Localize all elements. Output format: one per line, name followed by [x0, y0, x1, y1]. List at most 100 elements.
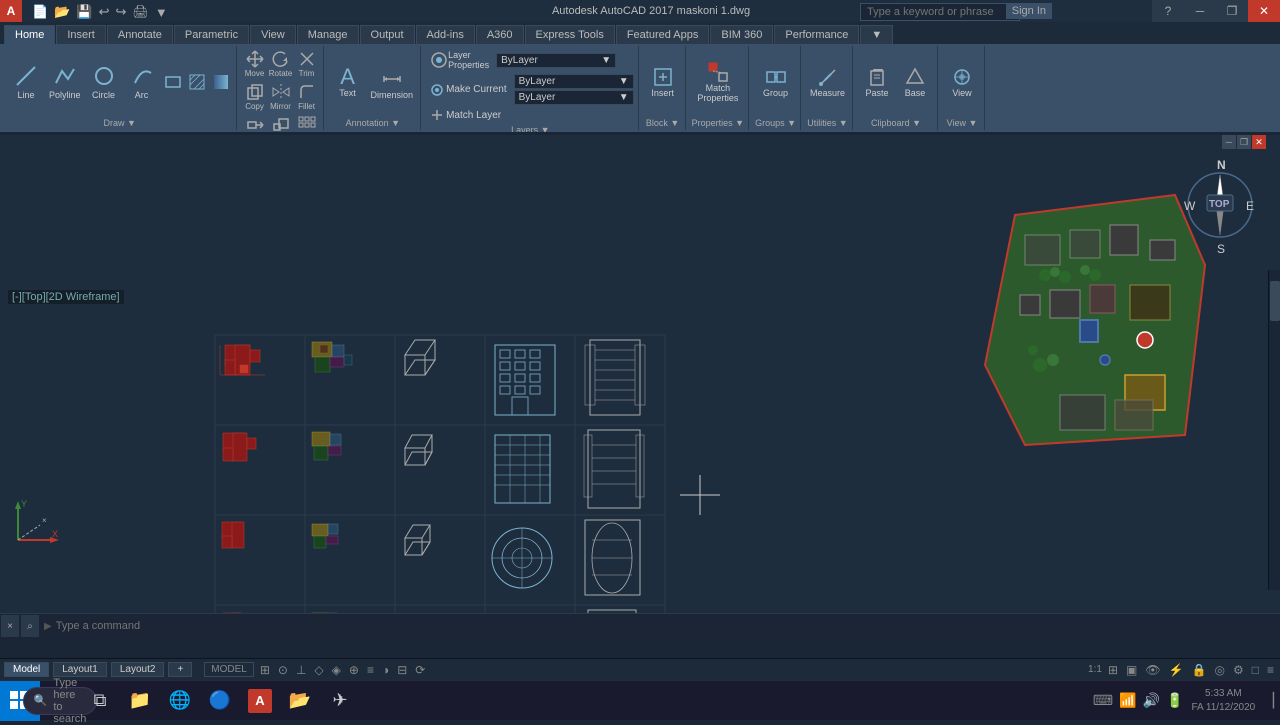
- text-button[interactable]: A Text: [330, 64, 366, 100]
- insert-button[interactable]: Insert: [645, 64, 681, 100]
- view-button[interactable]: View: [944, 64, 980, 100]
- show-desktop[interactable]: ▕: [1261, 690, 1276, 711]
- tab-annotate[interactable]: Annotate: [107, 25, 173, 44]
- viewport-minimize[interactable]: ─: [1222, 135, 1236, 149]
- arc-button[interactable]: Arc: [124, 63, 160, 102]
- tab-express[interactable]: Express Tools: [525, 25, 615, 44]
- close-button[interactable]: ✕: [1248, 0, 1280, 22]
- tab-insert[interactable]: Insert: [56, 25, 106, 44]
- tab-view[interactable]: View: [250, 25, 296, 44]
- ribbon-search[interactable]: [860, 3, 1020, 21]
- help-button[interactable]: ?: [1152, 0, 1184, 22]
- tab-performance[interactable]: Performance: [774, 25, 859, 44]
- rotate-button[interactable]: Rotate: [269, 48, 293, 79]
- qat-print[interactable]: 🖨: [130, 3, 151, 21]
- isolate-icon[interactable]: ◎: [1212, 663, 1226, 677]
- annotation-visibility-icon[interactable]: 👁: [1143, 663, 1162, 677]
- rectangle-button[interactable]: [162, 71, 184, 93]
- qat-redo[interactable]: ↪: [113, 3, 128, 21]
- transparency-icon[interactable]: ◑: [380, 663, 391, 677]
- taskbar-folder-icon[interactable]: 📂: [280, 681, 320, 721]
- tab-addins[interactable]: Add-ins: [416, 25, 475, 44]
- match-layer-button[interactable]: Match Layer: [427, 107, 504, 123]
- otrack-icon[interactable]: ⊕: [347, 663, 361, 677]
- linetype-dropdown[interactable]: ByLayer▼: [514, 90, 634, 105]
- taskbar-autocad-icon[interactable]: A: [240, 681, 280, 721]
- tab-a360[interactable]: A360: [476, 25, 524, 44]
- measure-button[interactable]: Measure: [807, 64, 848, 100]
- qat-undo[interactable]: ↩: [97, 3, 112, 21]
- tab-manage[interactable]: Manage: [297, 25, 359, 44]
- taskbar-edge-icon[interactable]: 🔵: [200, 681, 240, 721]
- tray-speaker[interactable]: 🔊: [1141, 690, 1162, 711]
- scrollbar-right[interactable]: [1268, 270, 1280, 590]
- layer-select-dropdown[interactable]: ByLayer▼: [496, 53, 616, 68]
- color-dropdown[interactable]: ByLayer▼: [514, 74, 634, 89]
- tab-output[interactable]: Output: [360, 25, 415, 44]
- model-tab[interactable]: Model: [4, 662, 49, 677]
- cmd-search-btn[interactable]: ⌕: [21, 615, 39, 637]
- tab-featured[interactable]: Featured Apps: [616, 25, 710, 44]
- hatch-button[interactable]: [186, 71, 208, 93]
- taskbar-telegram-icon[interactable]: ✈: [320, 681, 360, 721]
- lineweight-icon[interactable]: ≡: [365, 663, 376, 677]
- layout2-tab[interactable]: Layout2: [111, 662, 165, 677]
- new-layout-btn[interactable]: +: [168, 662, 192, 677]
- layout1-tab[interactable]: Layout1: [53, 662, 107, 677]
- circle-button[interactable]: Circle: [86, 63, 122, 102]
- search-taskbar-button[interactable]: 🔍 Type here to search: [40, 681, 80, 721]
- dimension-button[interactable]: Dimension: [368, 63, 417, 102]
- grid-icon[interactable]: ⊞: [258, 663, 272, 677]
- viewport-restore[interactable]: ❐: [1237, 135, 1251, 149]
- qat-save[interactable]: 💾: [74, 3, 94, 21]
- base-button[interactable]: Base: [897, 64, 933, 100]
- workspace-icon[interactable]: ⊞: [1106, 663, 1120, 677]
- move-button[interactable]: Move: [243, 48, 267, 79]
- tab-bim360[interactable]: BIM 360: [710, 25, 773, 44]
- mirror-button[interactable]: Mirror: [269, 81, 293, 112]
- sign-in-button[interactable]: Sign In: [1006, 3, 1052, 19]
- qat-dropdown[interactable]: ▼: [153, 4, 170, 21]
- qat-new[interactable]: 📄: [30, 3, 50, 21]
- line-button[interactable]: Line: [8, 63, 44, 102]
- viewport-close[interactable]: ✕: [1252, 135, 1266, 149]
- tab-more[interactable]: ▼: [860, 25, 893, 44]
- trim-button[interactable]: Trim: [295, 48, 319, 79]
- customize-icon[interactable]: ≡: [1265, 663, 1276, 677]
- file-explorer-icon[interactable]: 📁: [120, 681, 160, 721]
- restore-button[interactable]: ❐: [1216, 0, 1248, 22]
- tray-keyboard[interactable]: ⌨: [1091, 690, 1115, 711]
- scrollbar-thumb[interactable]: [1270, 281, 1280, 321]
- tab-home[interactable]: Home: [4, 25, 55, 44]
- minimize-button[interactable]: ─: [1184, 0, 1216, 22]
- layer-properties-button[interactable]: LayerProperties: [427, 48, 492, 72]
- task-view-button[interactable]: ⧉: [80, 681, 120, 721]
- paste-button[interactable]: Paste: [859, 64, 895, 100]
- fillet-button[interactable]: Fillet: [295, 81, 319, 112]
- taskbar-chrome-icon[interactable]: 🌐: [160, 681, 200, 721]
- qp-icon[interactable]: ⊟: [395, 663, 409, 677]
- qat-open[interactable]: 📂: [52, 3, 72, 21]
- cmd-close-btn[interactable]: ×: [1, 615, 19, 637]
- group-button[interactable]: Group: [758, 64, 794, 100]
- ortho-icon[interactable]: ⊥: [294, 663, 308, 677]
- polyline-button[interactable]: Polyline: [46, 63, 84, 102]
- auto-scale-icon[interactable]: ⚡: [1167, 663, 1186, 677]
- polar-icon[interactable]: ◇: [312, 663, 325, 677]
- gradient-button[interactable]: [210, 71, 232, 93]
- command-input[interactable]: [56, 620, 1280, 632]
- annotation-scale-icon[interactable]: ▣: [1124, 663, 1139, 677]
- snap-icon[interactable]: ⊙: [276, 663, 290, 677]
- make-current-button[interactable]: Make Current: [427, 82, 510, 98]
- tray-network[interactable]: 📶: [1117, 690, 1138, 711]
- selection-icon[interactable]: ⟳: [413, 663, 427, 677]
- copy-button[interactable]: Copy: [243, 81, 267, 112]
- tray-battery[interactable]: 🔋: [1164, 690, 1185, 711]
- tab-parametric[interactable]: Parametric: [174, 25, 249, 44]
- system-clock[interactable]: 5:33 AM FA 11/12/2020: [1187, 687, 1259, 715]
- osnap-icon[interactable]: ◈: [330, 663, 343, 677]
- lock-viewport-icon[interactable]: 🔒: [1190, 663, 1209, 677]
- clean-screen-icon[interactable]: □: [1250, 663, 1261, 677]
- hardware-acceleration-icon[interactable]: ⚙: [1231, 663, 1246, 677]
- scale-display[interactable]: 1:1: [1088, 664, 1102, 675]
